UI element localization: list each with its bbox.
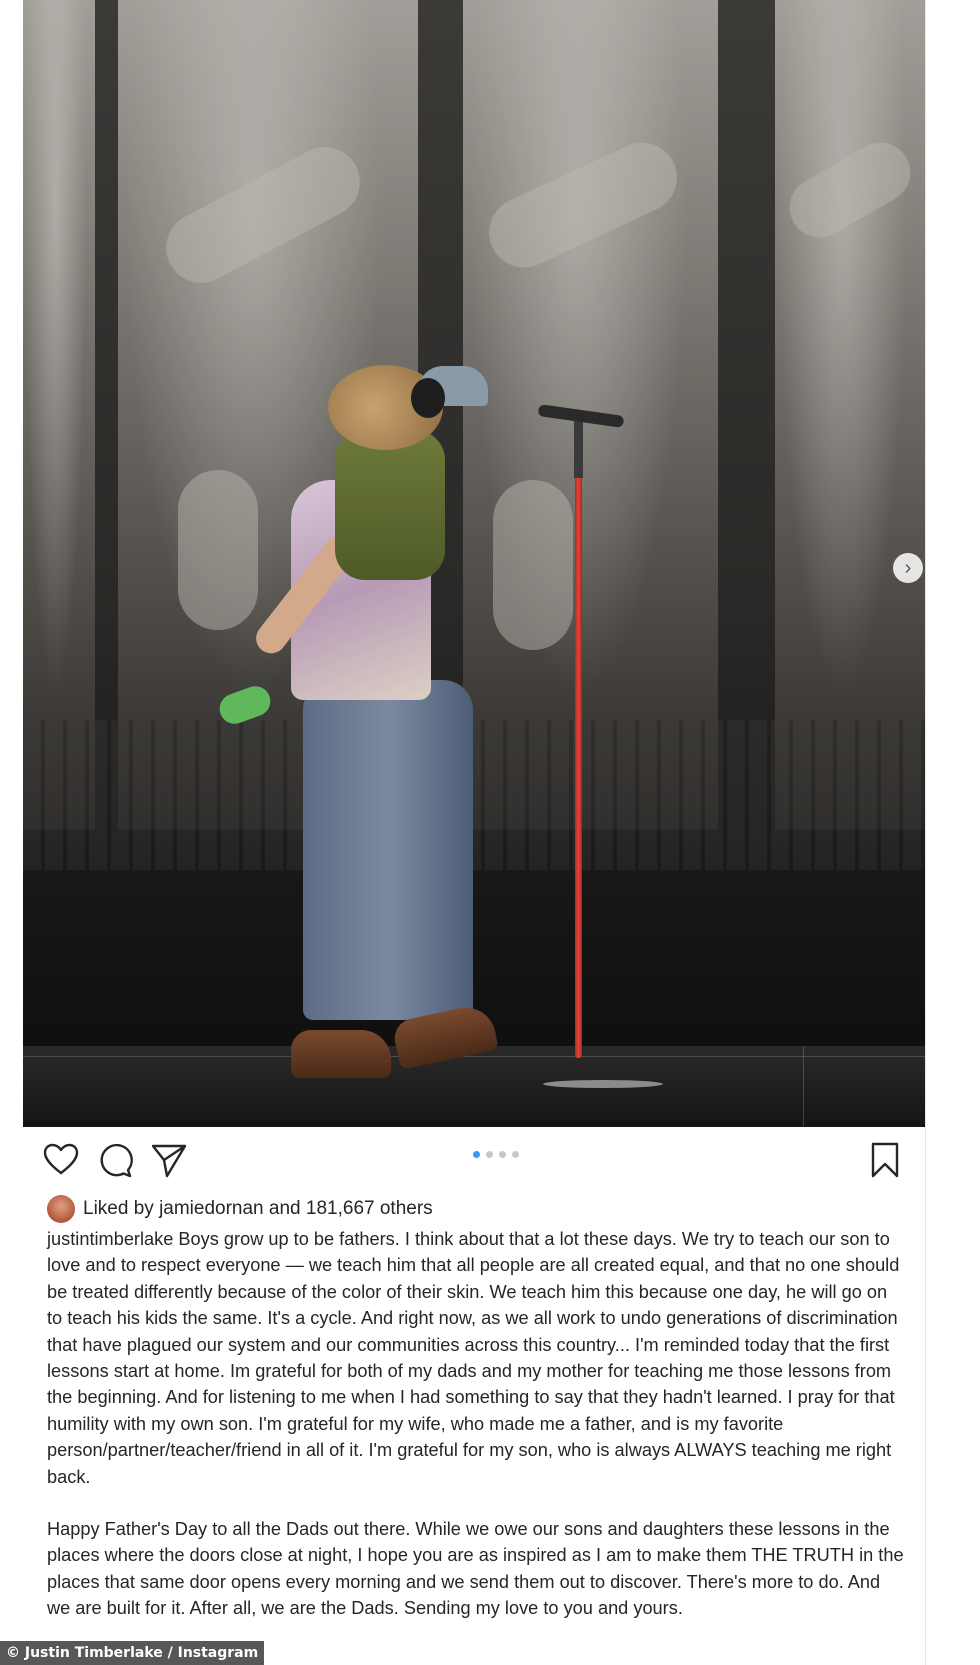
save-button[interactable]: [865, 1140, 905, 1180]
caption-text: Happy Father's Day to all the Dads out t…: [47, 1519, 904, 1619]
paper-plane-icon: [151, 1144, 187, 1178]
post-photo[interactable]: ›: [23, 0, 925, 1127]
post-actions-bar: [23, 1127, 925, 1197]
stage-floor: [23, 1046, 925, 1127]
heart-icon: [43, 1143, 79, 1175]
mic-stand: [575, 418, 582, 1058]
caption-paragraph: Happy Father's Day to all the Dads out t…: [47, 1516, 907, 1622]
bookmark-icon: [871, 1142, 899, 1178]
likes-joiner: and: [268, 1198, 301, 1219]
mic-stand-top: [574, 418, 583, 478]
child-headphones: [411, 378, 445, 418]
instagram-post: › Liked by jamiedornan and 181,667 other…: [23, 0, 926, 1665]
post-caption: justintimberlake Boys grow up to be fath…: [47, 1226, 907, 1622]
likes-count-link[interactable]: 181,667 others: [306, 1198, 433, 1219]
carousel-next-button[interactable]: ›: [893, 553, 923, 583]
man-boot: [291, 1030, 391, 1078]
like-button[interactable]: [41, 1140, 81, 1180]
photo-credit: © Justin Timberlake / Instagram: [0, 1641, 265, 1665]
arena-seats: [23, 720, 925, 870]
child-body: [335, 430, 445, 580]
likes-row: Liked by jamiedornan and 181,667 others: [47, 1192, 433, 1226]
carousel-dot[interactable]: [512, 1151, 519, 1158]
liker-username-link[interactable]: jamiedornan: [159, 1198, 264, 1219]
caption-username-link[interactable]: justintimberlake: [47, 1229, 173, 1249]
backdrop-panel: [775, 0, 925, 830]
avatar[interactable]: [47, 1195, 75, 1223]
likes-prefix: Liked by: [83, 1198, 154, 1219]
backdrop-panel: [23, 0, 95, 830]
likes-text: Liked by jamiedornan and 181,667 others: [83, 1198, 433, 1220]
caption-text: Boys grow up to be fathers. I think abou…: [47, 1229, 900, 1487]
caption-paragraph: justintimberlake Boys grow up to be fath…: [47, 1226, 907, 1490]
comment-button[interactable]: [95, 1140, 135, 1180]
comment-bubble-icon: [100, 1143, 133, 1178]
carousel-dot[interactable]: [499, 1151, 506, 1158]
mic-stand-base: [543, 1080, 663, 1088]
chevron-right-icon: ›: [904, 557, 912, 579]
carousel-indicator: [473, 1151, 519, 1158]
carousel-dot[interactable]: [486, 1151, 493, 1158]
share-button[interactable]: [149, 1140, 189, 1180]
carousel-dot[interactable]: [473, 1151, 480, 1158]
man-jeans: [303, 680, 473, 1020]
